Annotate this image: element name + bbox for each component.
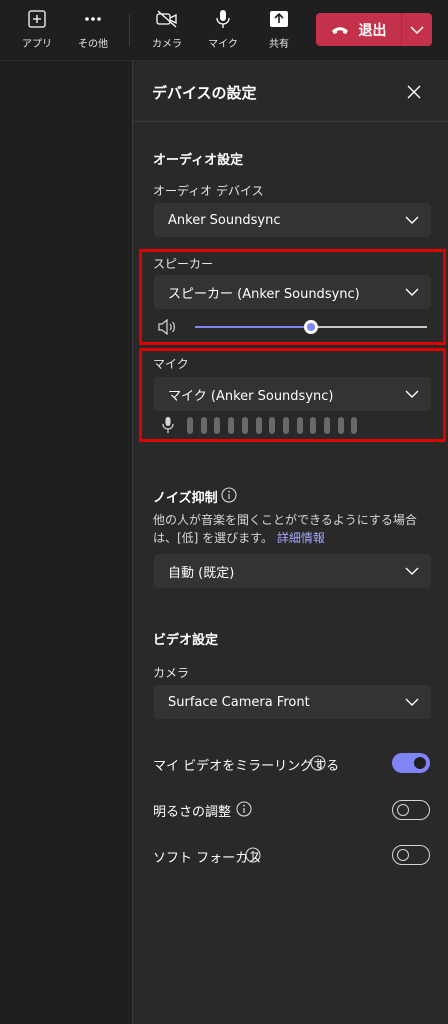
- panel-title: デバイスの設定: [152, 84, 257, 102]
- mic-level-meter: [187, 417, 367, 435]
- toolbar-divider: [129, 14, 130, 46]
- close-button[interactable]: [405, 83, 423, 101]
- toggle-knob: [414, 757, 426, 769]
- mic-icon: [212, 8, 234, 30]
- mic-level-icon: [162, 417, 174, 433]
- info-icon[interactable]: [310, 755, 326, 771]
- apps-button[interactable]: アプリ: [12, 8, 62, 54]
- audio-device-value: Anker Soundsync: [168, 212, 281, 228]
- camera-value: Surface Camera Front: [168, 694, 310, 710]
- info-icon[interactable]: [236, 801, 252, 817]
- toggle-knob: [397, 849, 409, 861]
- camera-off-icon: [156, 8, 178, 30]
- soft-focus-toggle[interactable]: [392, 845, 430, 865]
- chevron-down-icon: [405, 390, 419, 398]
- mic-level-segment: [228, 417, 235, 434]
- chevron-down-icon: [405, 216, 419, 224]
- audio-device-select[interactable]: Anker Soundsync: [154, 203, 431, 237]
- mic-level-segment: [282, 417, 289, 434]
- more-button[interactable]: その他: [68, 8, 118, 54]
- chevron-down-icon: [405, 698, 419, 706]
- chevron-down-icon: [405, 288, 419, 296]
- noise-suppression-select[interactable]: 自動 (既定): [154, 554, 431, 588]
- video-section-title: ビデオ設定: [153, 633, 219, 648]
- mic-level-segment: [269, 417, 276, 434]
- share-icon: [268, 8, 290, 30]
- meeting-toolbar: アプリ その他 カメラ マイク 共有 退出: [0, 0, 448, 61]
- volume-slider-thumb[interactable]: [304, 320, 318, 334]
- mic-level-segment: [241, 417, 248, 434]
- learn-more-link[interactable]: 詳細情報: [277, 531, 325, 545]
- chevron-down-icon: [410, 25, 424, 34]
- hang-up-icon: [331, 26, 348, 34]
- speaker-select[interactable]: スピーカー (Anker Soundsync): [154, 275, 431, 309]
- share-label: 共有: [269, 39, 289, 50]
- close-icon: [407, 85, 421, 99]
- mic-level-segment: [310, 417, 317, 434]
- mic-device-label: マイク: [153, 357, 189, 371]
- camera-select[interactable]: Surface Camera Front: [154, 685, 431, 719]
- more-icon: [82, 8, 104, 30]
- mic-level-segment: [214, 417, 221, 434]
- camera-device-label: カメラ: [153, 666, 190, 680]
- brightness-toggle[interactable]: [392, 800, 430, 820]
- speaker-value: スピーカー (Anker Soundsync): [168, 286, 360, 302]
- audio-device-label: オーディオ デバイス: [153, 184, 264, 198]
- camera-button[interactable]: カメラ: [142, 8, 192, 54]
- chevron-down-icon: [405, 567, 419, 575]
- meeting-stage: [0, 61, 132, 1024]
- noise-suppression-title: ノイズ抑制: [153, 491, 218, 506]
- mic-select[interactable]: マイク (Anker Soundsync): [154, 377, 431, 411]
- apps-label: アプリ: [22, 39, 52, 50]
- share-button[interactable]: 共有: [254, 8, 304, 54]
- speaker-volume-slider[interactable]: [195, 319, 427, 335]
- leave-options-button[interactable]: [402, 13, 432, 46]
- more-label: その他: [78, 39, 108, 50]
- mic-value: マイク (Anker Soundsync): [168, 388, 334, 404]
- mirror-video-toggle[interactable]: [392, 753, 430, 773]
- mic-level-segment: [337, 417, 344, 434]
- info-icon[interactable]: [245, 847, 261, 863]
- speaker-volume-icon: [158, 319, 175, 335]
- toggle-knob: [397, 804, 409, 816]
- noise-suppression-value: 自動 (既定): [168, 565, 235, 581]
- mic-level-segment: [296, 417, 303, 434]
- audio-section-title: オーディオ設定: [153, 153, 244, 168]
- panel-header: デバイスの設定: [133, 61, 448, 122]
- noise-suppression-description: 他の人が音楽を聞くことができるようにする場合は、[低] を選びます。 詳細情報: [153, 511, 435, 547]
- info-icon[interactable]: [221, 487, 237, 503]
- speaker-label: スピーカー: [153, 257, 214, 271]
- mic-level-segment: [187, 417, 193, 434]
- mic-level-segment: [351, 417, 358, 434]
- leave-main[interactable]: 退出: [316, 13, 401, 46]
- camera-label: カメラ: [152, 39, 182, 50]
- mic-level-segment: [200, 417, 207, 434]
- mic-level-segment: [324, 417, 330, 434]
- mic-button[interactable]: マイク: [198, 8, 248, 54]
- add-app-icon: [26, 8, 48, 30]
- mic-label: マイク: [208, 39, 238, 50]
- brightness-label: 明るさの調整: [153, 805, 232, 820]
- device-settings-panel: デバイスの設定 オーディオ設定 オーディオ デバイス Anker Soundsy…: [133, 61, 448, 1024]
- leave-button[interactable]: 退出: [316, 13, 432, 46]
- volume-slider-fill: [195, 326, 311, 328]
- volume-slider-track: [311, 326, 427, 328]
- mic-level-segment: [255, 417, 262, 434]
- leave-label: 退出: [358, 22, 387, 39]
